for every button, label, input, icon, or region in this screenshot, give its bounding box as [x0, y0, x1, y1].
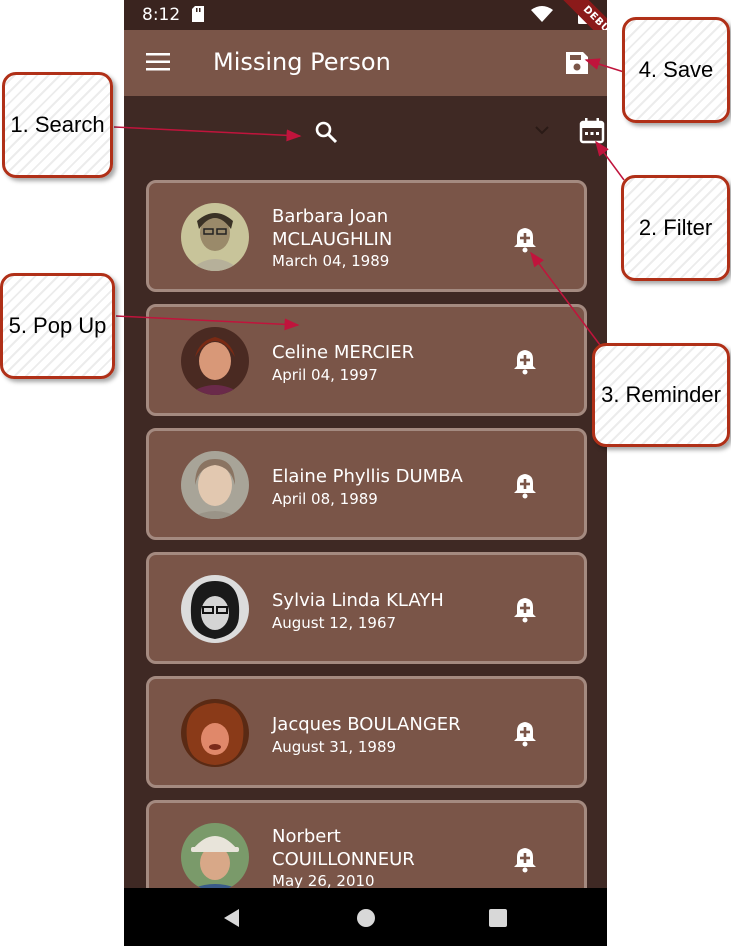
person-card[interactable]: Celine MERCIER April 04, 1997	[146, 304, 587, 416]
person-photo	[181, 699, 249, 767]
person-date: August 31, 1989	[272, 738, 397, 756]
add-reminder-icon[interactable]	[511, 719, 539, 747]
annotation-filter: 2. Filter	[621, 175, 730, 281]
person-photo	[181, 203, 249, 271]
wifi-icon	[531, 6, 553, 22]
save-icon[interactable]	[564, 50, 590, 76]
recent-apps-icon[interactable]	[488, 908, 508, 928]
home-icon[interactable]	[356, 908, 376, 928]
person-name: Sylvia Linda KLAYH	[272, 590, 444, 611]
annotation-save: 4. Save	[622, 17, 730, 123]
status-bar: 8:12 DEBUG	[124, 0, 607, 62]
add-reminder-icon[interactable]	[511, 845, 539, 873]
page-title: Missing Person	[213, 48, 391, 76]
person-photo	[181, 327, 249, 395]
person-card[interactable]: Jacques BOULANGER August 31, 1989	[146, 676, 587, 788]
add-reminder-icon[interactable]	[511, 595, 539, 623]
back-icon[interactable]	[222, 908, 242, 928]
app-bar: Missing Person	[124, 30, 607, 96]
annotation-popup: 5. Pop Up	[0, 273, 115, 379]
person-name: Barbara Joan MCLAUGHLIN	[272, 206, 393, 250]
person-date: April 08, 1989	[272, 490, 378, 508]
annotation-search: 1. Search	[2, 72, 113, 178]
add-reminder-icon[interactable]	[511, 347, 539, 375]
sd-card-icon	[192, 6, 204, 22]
person-name: Celine MERCIER	[272, 342, 415, 363]
person-card[interactable]: Norbert COUILLONNEUR May 26, 2010	[146, 800, 587, 888]
person-card[interactable]: Elaine Phyllis DUMBA April 08, 1989	[146, 428, 587, 540]
menu-icon[interactable]	[146, 52, 170, 72]
person-photo	[181, 823, 249, 888]
annotation-reminder: 3. Reminder	[592, 343, 730, 447]
add-reminder-icon[interactable]	[511, 471, 539, 499]
search-icon[interactable]	[314, 120, 338, 144]
status-time: 8:12	[142, 5, 181, 25]
filter-bar	[124, 96, 607, 166]
phone-screen: 8:12 DEBUG Missing Person Barbara Joan M…	[124, 0, 607, 946]
person-name: Jacques BOULANGER	[272, 714, 461, 735]
person-photo	[181, 575, 249, 643]
calendar-icon[interactable]	[579, 118, 605, 144]
person-date: March 04, 1989	[272, 252, 390, 270]
person-card[interactable]: Barbara Joan MCLAUGHLIN March 04, 1989	[146, 180, 587, 292]
person-list: Barbara Joan MCLAUGHLIN March 04, 1989 C…	[124, 180, 607, 888]
person-date: August 12, 1967	[272, 614, 397, 632]
person-name: Norbert COUILLONNEUR	[272, 826, 415, 870]
person-name: Elaine Phyllis DUMBA	[272, 466, 463, 487]
system-nav-bar	[124, 888, 607, 946]
add-reminder-icon[interactable]	[511, 225, 539, 253]
chevron-down-icon[interactable]	[534, 124, 550, 136]
person-date: April 04, 1997	[272, 366, 378, 384]
person-photo	[181, 451, 249, 519]
person-card[interactable]: Sylvia Linda KLAYH August 12, 1967	[146, 552, 587, 664]
person-date: May 26, 2010	[272, 872, 375, 888]
